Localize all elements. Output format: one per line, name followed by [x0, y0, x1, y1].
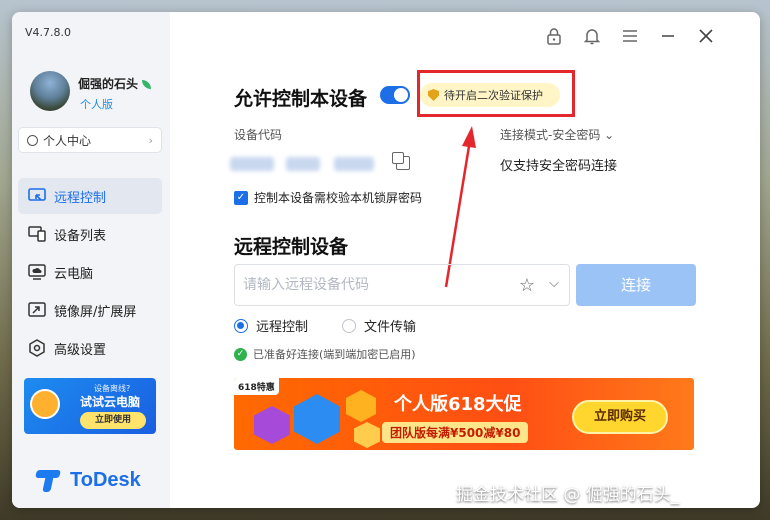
- check-shield-icon: ✓: [234, 347, 247, 361]
- watermark: 掘金技术社区 @ 倔强的石头_: [456, 485, 680, 505]
- banner-illustration: [254, 388, 394, 448]
- sidebar-item-device-list[interactable]: 设备列表: [18, 216, 162, 252]
- radio-label[interactable]: 文件传输: [364, 316, 416, 335]
- sidebar-item-mirror-screen[interactable]: 镜像屏/扩展屏: [18, 292, 162, 328]
- banner-subline: 团队版每满¥500减¥80: [382, 422, 529, 443]
- offline-wifi-icon: [30, 389, 60, 419]
- promo-title: 试试云电脑: [80, 395, 141, 409]
- status-text: 已准备好连接(端到端加密已启用): [253, 348, 416, 361]
- connect-button[interactable]: 连接: [576, 264, 696, 306]
- remote-control-title: 远程控制设备: [234, 236, 349, 258]
- sidebar-item-remote-control[interactable]: 远程控制: [18, 178, 162, 214]
- connect-mode-value: 仅支持安全密码连接: [500, 159, 618, 174]
- buy-now-button[interactable]: 立即购买: [572, 400, 668, 434]
- checkbox-label: 控制本设备需校验本机锁屏密码: [254, 191, 423, 205]
- connect-mode-dropdown[interactable]: 连接模式-安全密码 ⌄: [500, 126, 614, 143]
- remote-code-input[interactable]: [243, 277, 493, 293]
- radio-remote-control[interactable]: [234, 318, 248, 333]
- hex-purple-icon: [254, 406, 290, 444]
- sidebar-item-label: 云电脑: [54, 266, 94, 282]
- app-version: V4.7.8.0: [25, 26, 72, 39]
- radio-label[interactable]: 远程控制: [256, 316, 308, 335]
- cloud-pc-icon: [28, 263, 46, 281]
- sidebar-item-label: 镜像屏/扩展屏: [54, 304, 137, 320]
- sidebar-item-advanced-settings[interactable]: 高级设置: [18, 330, 162, 366]
- sidebar-nav: 远程控制 设备列表 云电脑 镜像屏/扩展屏 高级设置: [18, 178, 162, 368]
- promo-use-now-button[interactable]: 立即使用: [80, 412, 146, 429]
- promo-banner[interactable]: 618特惠 个人版618大促 团队版每满¥500减¥80 立即购买: [234, 378, 694, 450]
- chevron-right-icon: ›: [148, 133, 153, 147]
- settings-hex-icon: [28, 339, 46, 357]
- device-code-label: 设备代码: [234, 128, 283, 142]
- brand-name: ToDesk: [70, 468, 141, 491]
- sidebar-item-cloud-pc[interactable]: 云电脑: [18, 254, 162, 290]
- chevron-down-icon[interactable]: ⌵: [549, 276, 559, 291]
- allow-control-toggle[interactable]: [380, 86, 410, 104]
- todesk-logo-icon: [34, 468, 64, 492]
- hex-lightning-icon: [346, 390, 376, 422]
- lock-screen-password-checkbox[interactable]: ✓ 控制本设备需校验本机锁屏密码: [234, 189, 422, 206]
- radio-file-transfer[interactable]: [342, 318, 357, 333]
- username: 倔强的石头: [78, 75, 152, 92]
- star-icon[interactable]: ☆: [519, 275, 535, 296]
- allow-control-title: 允许控制本设备: [234, 88, 368, 110]
- todesk-logo: ToDesk: [34, 468, 141, 492]
- sidebar-item-label: 远程控制: [54, 190, 107, 206]
- devices-icon: [28, 225, 46, 243]
- main-panel: 允许控制本设备 待开启二次验证保护 设备代码 连接模式-安全密码 ⌄ 仅支持安全…: [170, 12, 760, 508]
- connection-status: ✓ 已准备好连接(端到端加密已启用): [234, 346, 416, 362]
- leaf-icon: [142, 80, 152, 89]
- remote-code-field[interactable]: ☆ ⌵: [234, 264, 570, 306]
- mode-radio-group: 远程控制 文件传输: [234, 316, 416, 335]
- personal-center-button[interactable]: 个人中心 ›: [18, 127, 162, 153]
- device-code-value: [230, 151, 378, 177]
- cloud-pc-promo[interactable]: 设备离线? 试试云电脑 立即使用: [24, 378, 156, 434]
- hex-coin-icon: [354, 422, 380, 448]
- monitor-remote-icon: [28, 187, 46, 205]
- sidebar-item-label: 设备列表: [54, 228, 107, 244]
- mirror-screen-icon: [28, 301, 46, 319]
- copy-icon[interactable]: [392, 152, 410, 170]
- personal-center-label: 个人中心: [43, 133, 92, 148]
- plan-label[interactable]: 个人版: [80, 96, 113, 112]
- checkbox-checked-icon[interactable]: ✓: [234, 190, 248, 205]
- highlight-box: [417, 70, 575, 117]
- sidebar: V4.7.8.0 倔强的石头 个人版 个人中心 › 远程控制 设备列表 云电脑 …: [12, 12, 170, 508]
- hex-play-icon: [294, 394, 340, 444]
- user-icon: [27, 134, 38, 146]
- chevron-down-icon: ⌄: [604, 128, 615, 142]
- sidebar-item-label: 高级设置: [54, 342, 107, 358]
- app-window: V4.7.8.0 倔强的石头 个人版 个人中心 › 远程控制 设备列表 云电脑 …: [12, 12, 760, 508]
- banner-headline: 个人版618大促: [394, 394, 522, 415]
- avatar[interactable]: [30, 71, 70, 111]
